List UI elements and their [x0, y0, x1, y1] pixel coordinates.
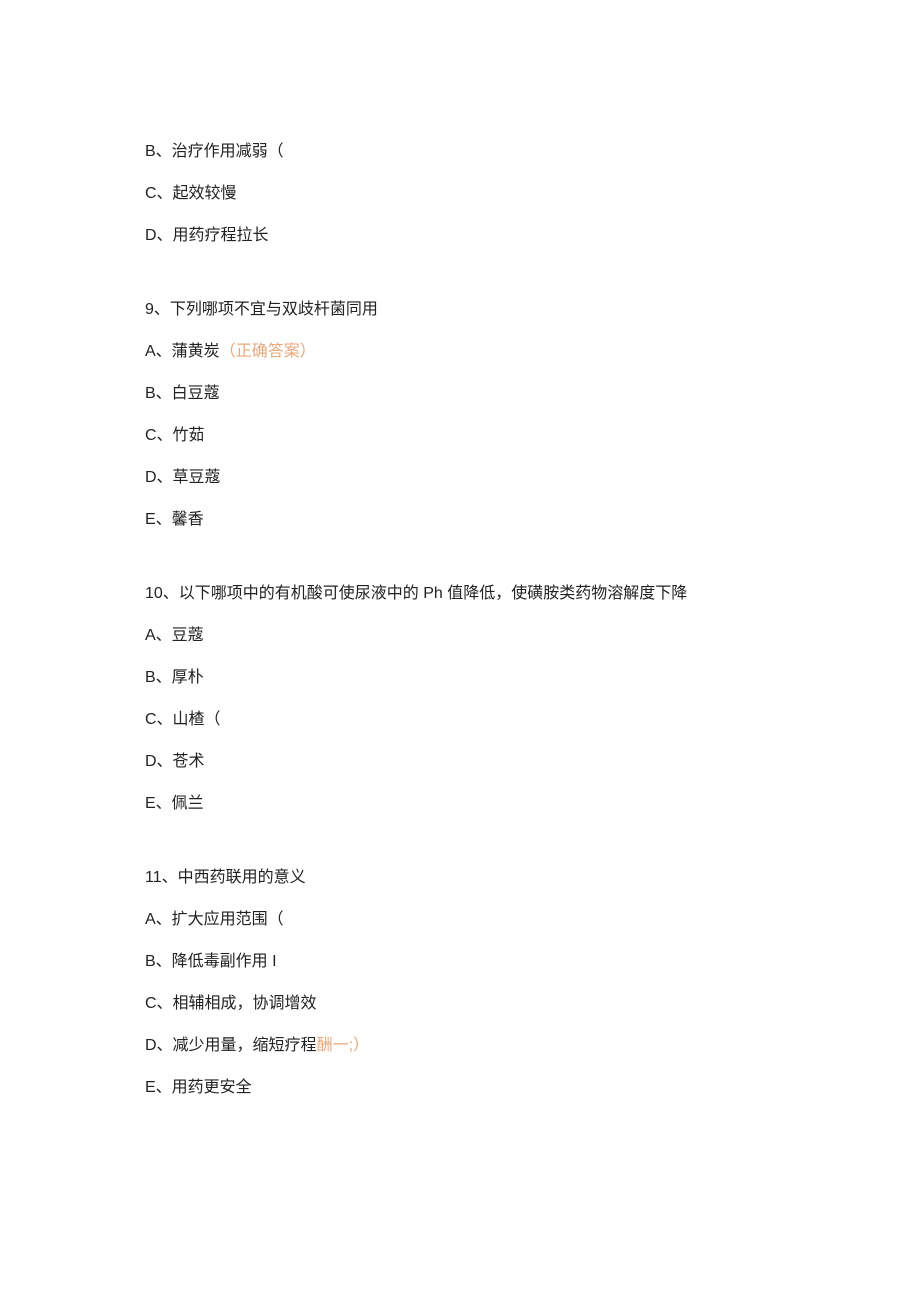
- option-b: B、厚朴: [145, 666, 775, 690]
- question-block-9: 9、下列哪项不宜与双歧杆菌同用 A、蒲黄炭（正确答案） B、白豆蔻 C、竹茹 D…: [145, 298, 775, 532]
- option-e: E、馨香: [145, 508, 775, 532]
- question-text: 10、以下哪项中的有机酸可使尿液中的 Ph 值降低，使磺胺类药物溶解度下降: [145, 582, 775, 606]
- option-b: B、治疗作用减弱（: [145, 140, 775, 164]
- question-block-11: 11、中西药联用的意义 A、扩大应用范围（ B、降低毒副作用 I C、相辅相成，…: [145, 866, 775, 1100]
- option-c: C、相辅相成，协调增效: [145, 992, 775, 1016]
- option-d-text: D、减少用量，缩短疗程: [145, 1037, 317, 1054]
- correct-answer-label: （正确答案）: [220, 343, 316, 360]
- option-a: A、扩大应用范围（: [145, 908, 775, 932]
- option-c: C、山楂（: [145, 708, 775, 732]
- option-d: D、苍术: [145, 750, 775, 774]
- option-a: A、蒲黄炭（正确答案）: [145, 340, 775, 364]
- option-d: D、减少用量，缩短疗程酬一;）: [145, 1034, 775, 1058]
- question-text: 11、中西药联用的意义: [145, 866, 775, 890]
- option-c: C、起效较慢: [145, 182, 775, 206]
- question-text: 9、下列哪项不宜与双歧杆菌同用: [145, 298, 775, 322]
- option-e: E、佩兰: [145, 792, 775, 816]
- option-b: B、白豆蔻: [145, 382, 775, 406]
- option-b: B、降低毒副作用 I: [145, 950, 775, 974]
- question-block-8-partial: B、治疗作用减弱（ C、起效较慢 D、用药疗程拉长: [145, 140, 775, 248]
- option-c: C、竹茹: [145, 424, 775, 448]
- option-a-text: A、蒲黄炭: [145, 343, 220, 360]
- option-d-suffix: 酬一;）: [317, 1037, 369, 1054]
- option-d: D、用药疗程拉长: [145, 224, 775, 248]
- option-e: E、用药更安全: [145, 1076, 775, 1100]
- option-a: A、豆蔻: [145, 624, 775, 648]
- option-d: D、草豆蔻: [145, 466, 775, 490]
- question-block-10: 10、以下哪项中的有机酸可使尿液中的 Ph 值降低，使磺胺类药物溶解度下降 A、…: [145, 582, 775, 816]
